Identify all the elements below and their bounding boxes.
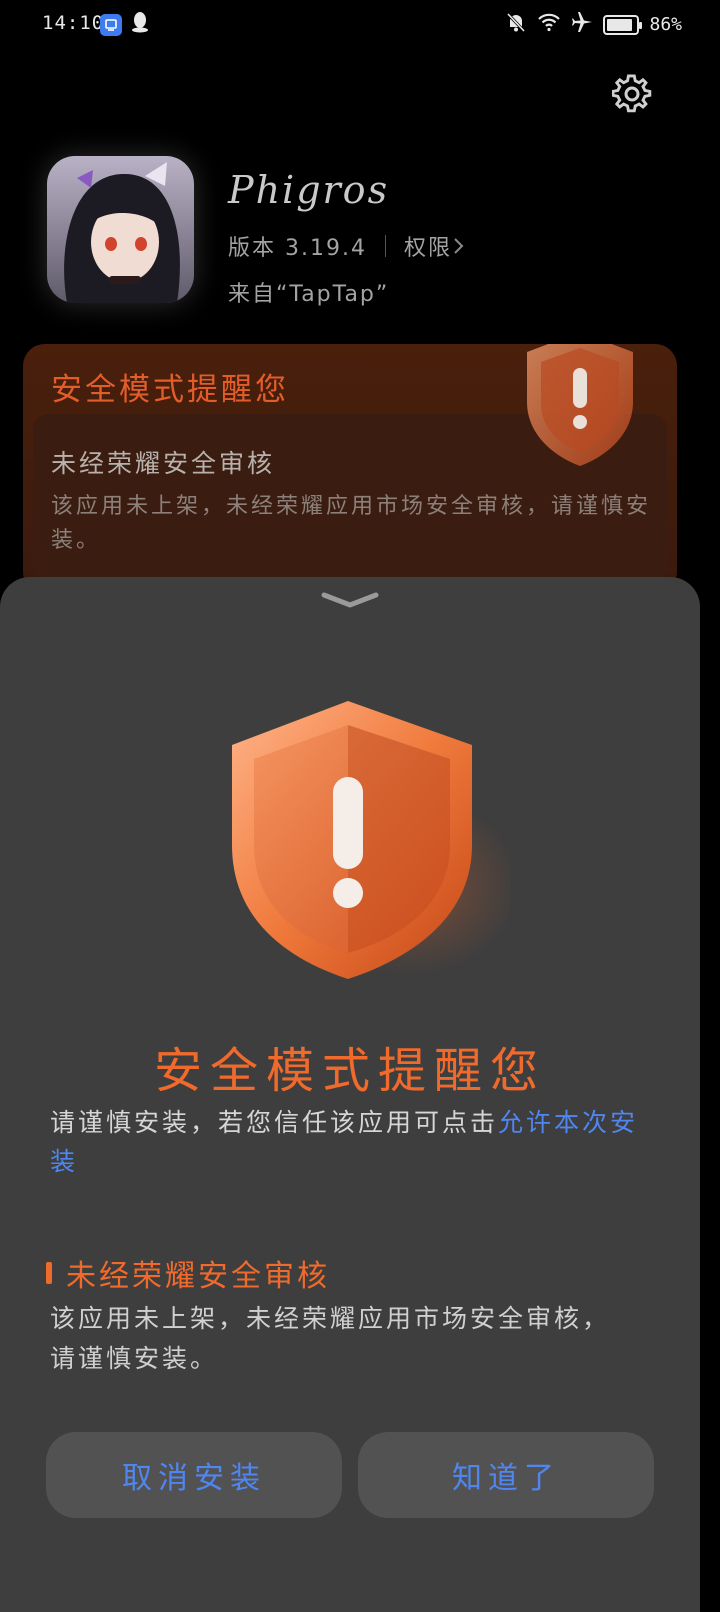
meta-divider (384, 235, 386, 257)
reason-accent-bar (46, 1262, 52, 1284)
battery-icon (603, 14, 643, 35)
background-card-text: 该应用未上架，未经荣耀应用市场安全审核，请谨慎安装。 (51, 494, 652, 553)
reason-text: 该应用未上架，未经荣耀应用市场安全审核，请谨慎安装。 (50, 1304, 611, 1373)
qq-icon (130, 11, 150, 38)
sheet-title: 安全模式提醒您 (153, 1043, 546, 1099)
reason-title: 未经荣耀安全审核 (46, 1251, 330, 1295)
background-card-title: 安全模式提醒您 (51, 372, 289, 408)
background-warning-card: 安全模式提醒您 未经荣耀安全审核 该应用未上架，未经荣耀应用市场安全审核，请谨慎… (23, 344, 677, 594)
mute-bell-icon (505, 11, 527, 38)
chevron-right-icon (454, 238, 464, 254)
got-it-button[interactable]: 知道了 (358, 1432, 654, 1518)
app-meta: 版本 3.19.4 权限 (228, 230, 466, 262)
permissions-link[interactable]: 权限 (404, 230, 466, 262)
status-notification-icons (100, 11, 150, 38)
status-time: 14:10 (42, 12, 105, 34)
app-source: 来自“TapTap” (228, 282, 390, 307)
battery-fill (607, 18, 632, 31)
status-system-icons: 86% (505, 11, 682, 38)
background-card-subtitle: 未经荣耀安全审核 (51, 449, 276, 478)
battery-percent: 86% (649, 14, 682, 35)
chevron-down-icon (321, 592, 379, 608)
app-icon (47, 156, 194, 303)
warning-shield-icon (232, 701, 510, 979)
wifi-icon (537, 12, 561, 37)
sheet-description: 请谨慎安装，若您信任该应用可点击允许本次安装 (50, 1103, 650, 1181)
collapse-handle[interactable] (318, 589, 382, 613)
sheet-description-text: 请谨慎安装，若您信任该应用可点击 (50, 1108, 499, 1137)
warning-shield-icon (527, 344, 633, 466)
app-version: 版本 3.19.4 (228, 236, 367, 261)
app-notification-icon (100, 13, 122, 36)
airplane-icon (571, 11, 593, 38)
settings-button[interactable] (610, 72, 654, 116)
cancel-install-button[interactable]: 取消安装 (46, 1432, 342, 1518)
permissions-label: 权限 (403, 236, 452, 261)
screen: 14:10 86% Phigros 版本 3.19.4 权限 来自“TapTap… (0, 0, 720, 1612)
reason-title-text: 未经荣耀安全审核 (66, 1259, 330, 1294)
app-name: Phigros (228, 168, 390, 212)
security-bottom-sheet: 安全模式提醒您 请谨慎安装，若您信任该应用可点击允许本次安装 未经荣耀安全审核 … (0, 577, 700, 1612)
gear-icon (612, 74, 652, 113)
status-bar: 14:10 86% (0, 0, 720, 48)
